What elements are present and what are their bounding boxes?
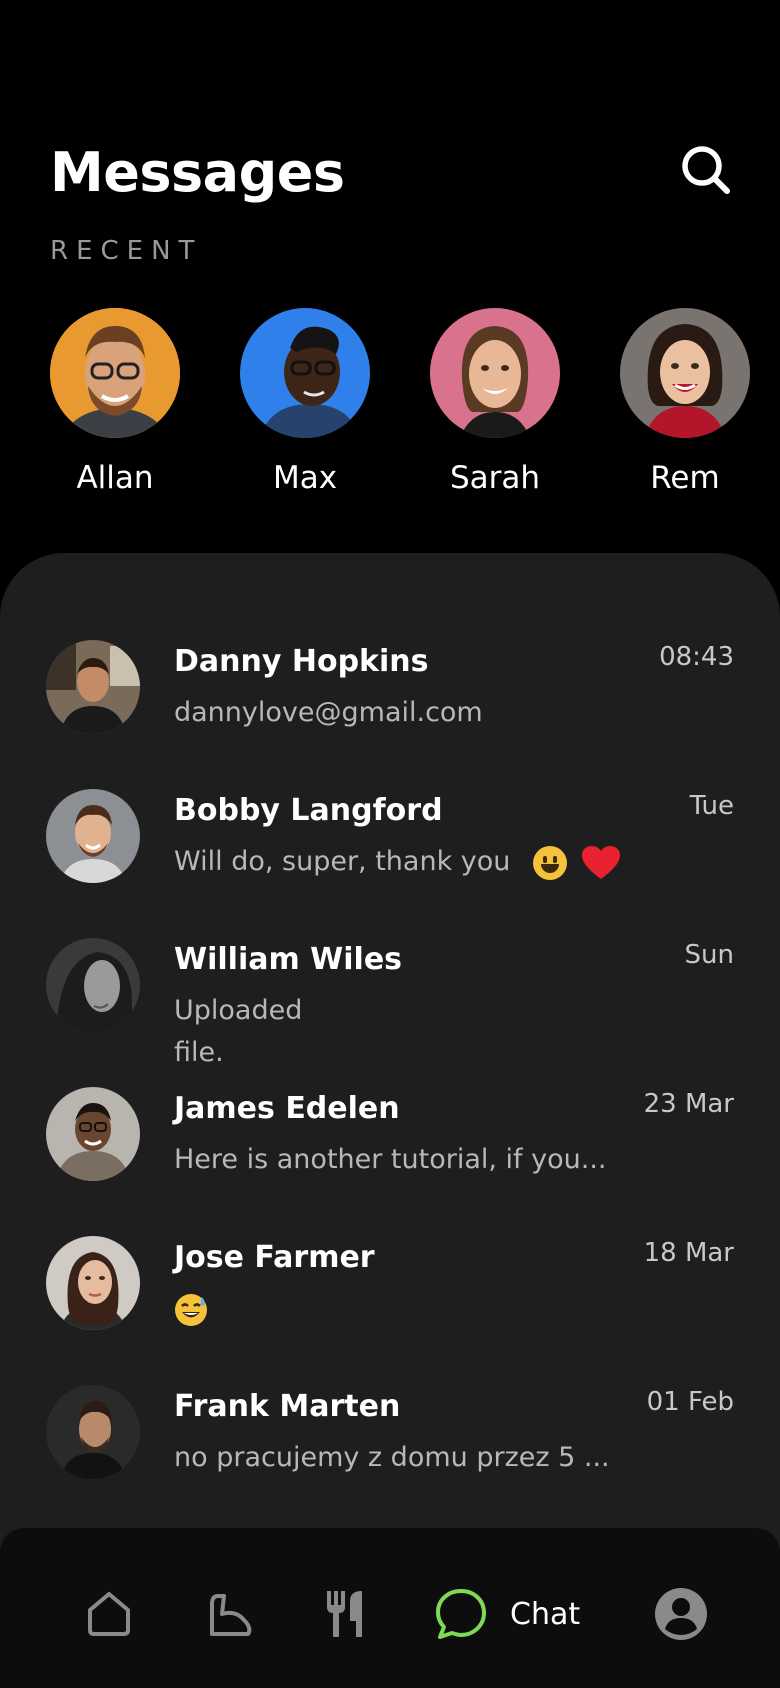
avatar — [50, 308, 180, 438]
avatar — [430, 308, 560, 438]
nav-chat[interactable]: Chat — [434, 1584, 580, 1644]
avatar — [620, 308, 750, 438]
contact-name: Rem — [650, 460, 720, 496]
profile-icon — [655, 1588, 707, 1640]
grinning-face-icon — [533, 845, 567, 880]
search-button[interactable] — [676, 140, 736, 200]
contact-name: Bobby Langford — [174, 793, 443, 828]
recent-contact-rem[interactable]: Rem — [620, 308, 750, 496]
nav-profile[interactable] — [654, 1584, 708, 1644]
conversation-row[interactable]: William Wiles Uploaded file. Sun — [0, 938, 780, 1068]
avatar — [46, 789, 140, 883]
contact-name: William Wiles — [174, 942, 403, 977]
avatar — [46, 938, 140, 1032]
conversation-row[interactable]: James Edelen Here is another tutorial, i… — [0, 1087, 780, 1217]
recent-contact-sarah[interactable]: Sarah — [430, 308, 560, 496]
conversation-row[interactable]: Jose Farmer 18 Mar — [0, 1236, 780, 1366]
message-time: 18 Mar — [643, 1238, 734, 1268]
avatar — [46, 640, 140, 734]
message-preview — [174, 1288, 208, 1330]
nav-food[interactable] — [324, 1584, 366, 1644]
page-title: Messages — [50, 141, 345, 204]
contact-name: Frank Marten — [174, 1389, 401, 1424]
bottom-nav: Chat — [0, 1528, 780, 1688]
home-icon — [88, 1592, 130, 1636]
heart-icon — [581, 845, 620, 879]
nav-home[interactable] — [86, 1584, 132, 1644]
message-preview: Here is another tutorial, if you... — [174, 1144, 607, 1175]
recent-contacts: Allan Max Sarah Rem — [50, 308, 780, 508]
message-text-line1: Uploaded — [174, 995, 303, 1026]
message-text-line2: file. — [174, 1037, 224, 1068]
message-time: Tue — [689, 791, 734, 821]
message-time: 01 Feb — [646, 1387, 734, 1417]
grinning-sweat-face-icon — [175, 1293, 207, 1326]
chat-icon — [436, 1589, 486, 1639]
food-icon — [327, 1591, 362, 1637]
message-time: 08:43 — [659, 642, 734, 672]
contact-name: James Edelen — [174, 1091, 400, 1126]
contact-name: Allan — [76, 460, 154, 496]
contact-name: Danny Hopkins — [174, 644, 429, 679]
message-text: Will do, super, thank you — [174, 846, 511, 877]
recent-label: RECENT — [50, 236, 203, 266]
nav-chat-label: Chat — [510, 1596, 581, 1632]
message-preview: Will do, super, thank you — [174, 841, 620, 883]
conversation-row[interactable]: Danny Hopkins dannylove@gmail.com 08:43 — [0, 640, 780, 770]
header: Messages — [50, 138, 730, 208]
recent-contact-max[interactable]: Max — [240, 308, 370, 496]
contact-name: Sarah — [449, 460, 541, 496]
search-icon — [682, 146, 730, 194]
conversation-row[interactable]: Bobby Langford Will do, super, thank you… — [0, 789, 780, 919]
message-time: 23 Mar — [643, 1089, 734, 1119]
avatar — [240, 308, 370, 438]
avatar — [46, 1385, 140, 1479]
contact-name: Max — [272, 460, 338, 496]
conversation-row[interactable]: Frank Marten no pracujemy z domu przez 5… — [0, 1385, 780, 1515]
contact-name: Jose Farmer — [174, 1240, 375, 1275]
message-preview: dannylove@gmail.com — [174, 697, 483, 728]
message-time: Sun — [684, 940, 734, 970]
message-preview: no pracujemy z domu przez 5 ... — [174, 1442, 610, 1473]
message-preview: Uploaded file. — [174, 990, 302, 1074]
avatar — [46, 1236, 140, 1330]
workout-icon — [210, 1594, 252, 1636]
recent-contact-allan[interactable]: Allan — [50, 308, 180, 496]
nav-workout[interactable] — [204, 1584, 256, 1644]
avatar — [46, 1087, 140, 1181]
